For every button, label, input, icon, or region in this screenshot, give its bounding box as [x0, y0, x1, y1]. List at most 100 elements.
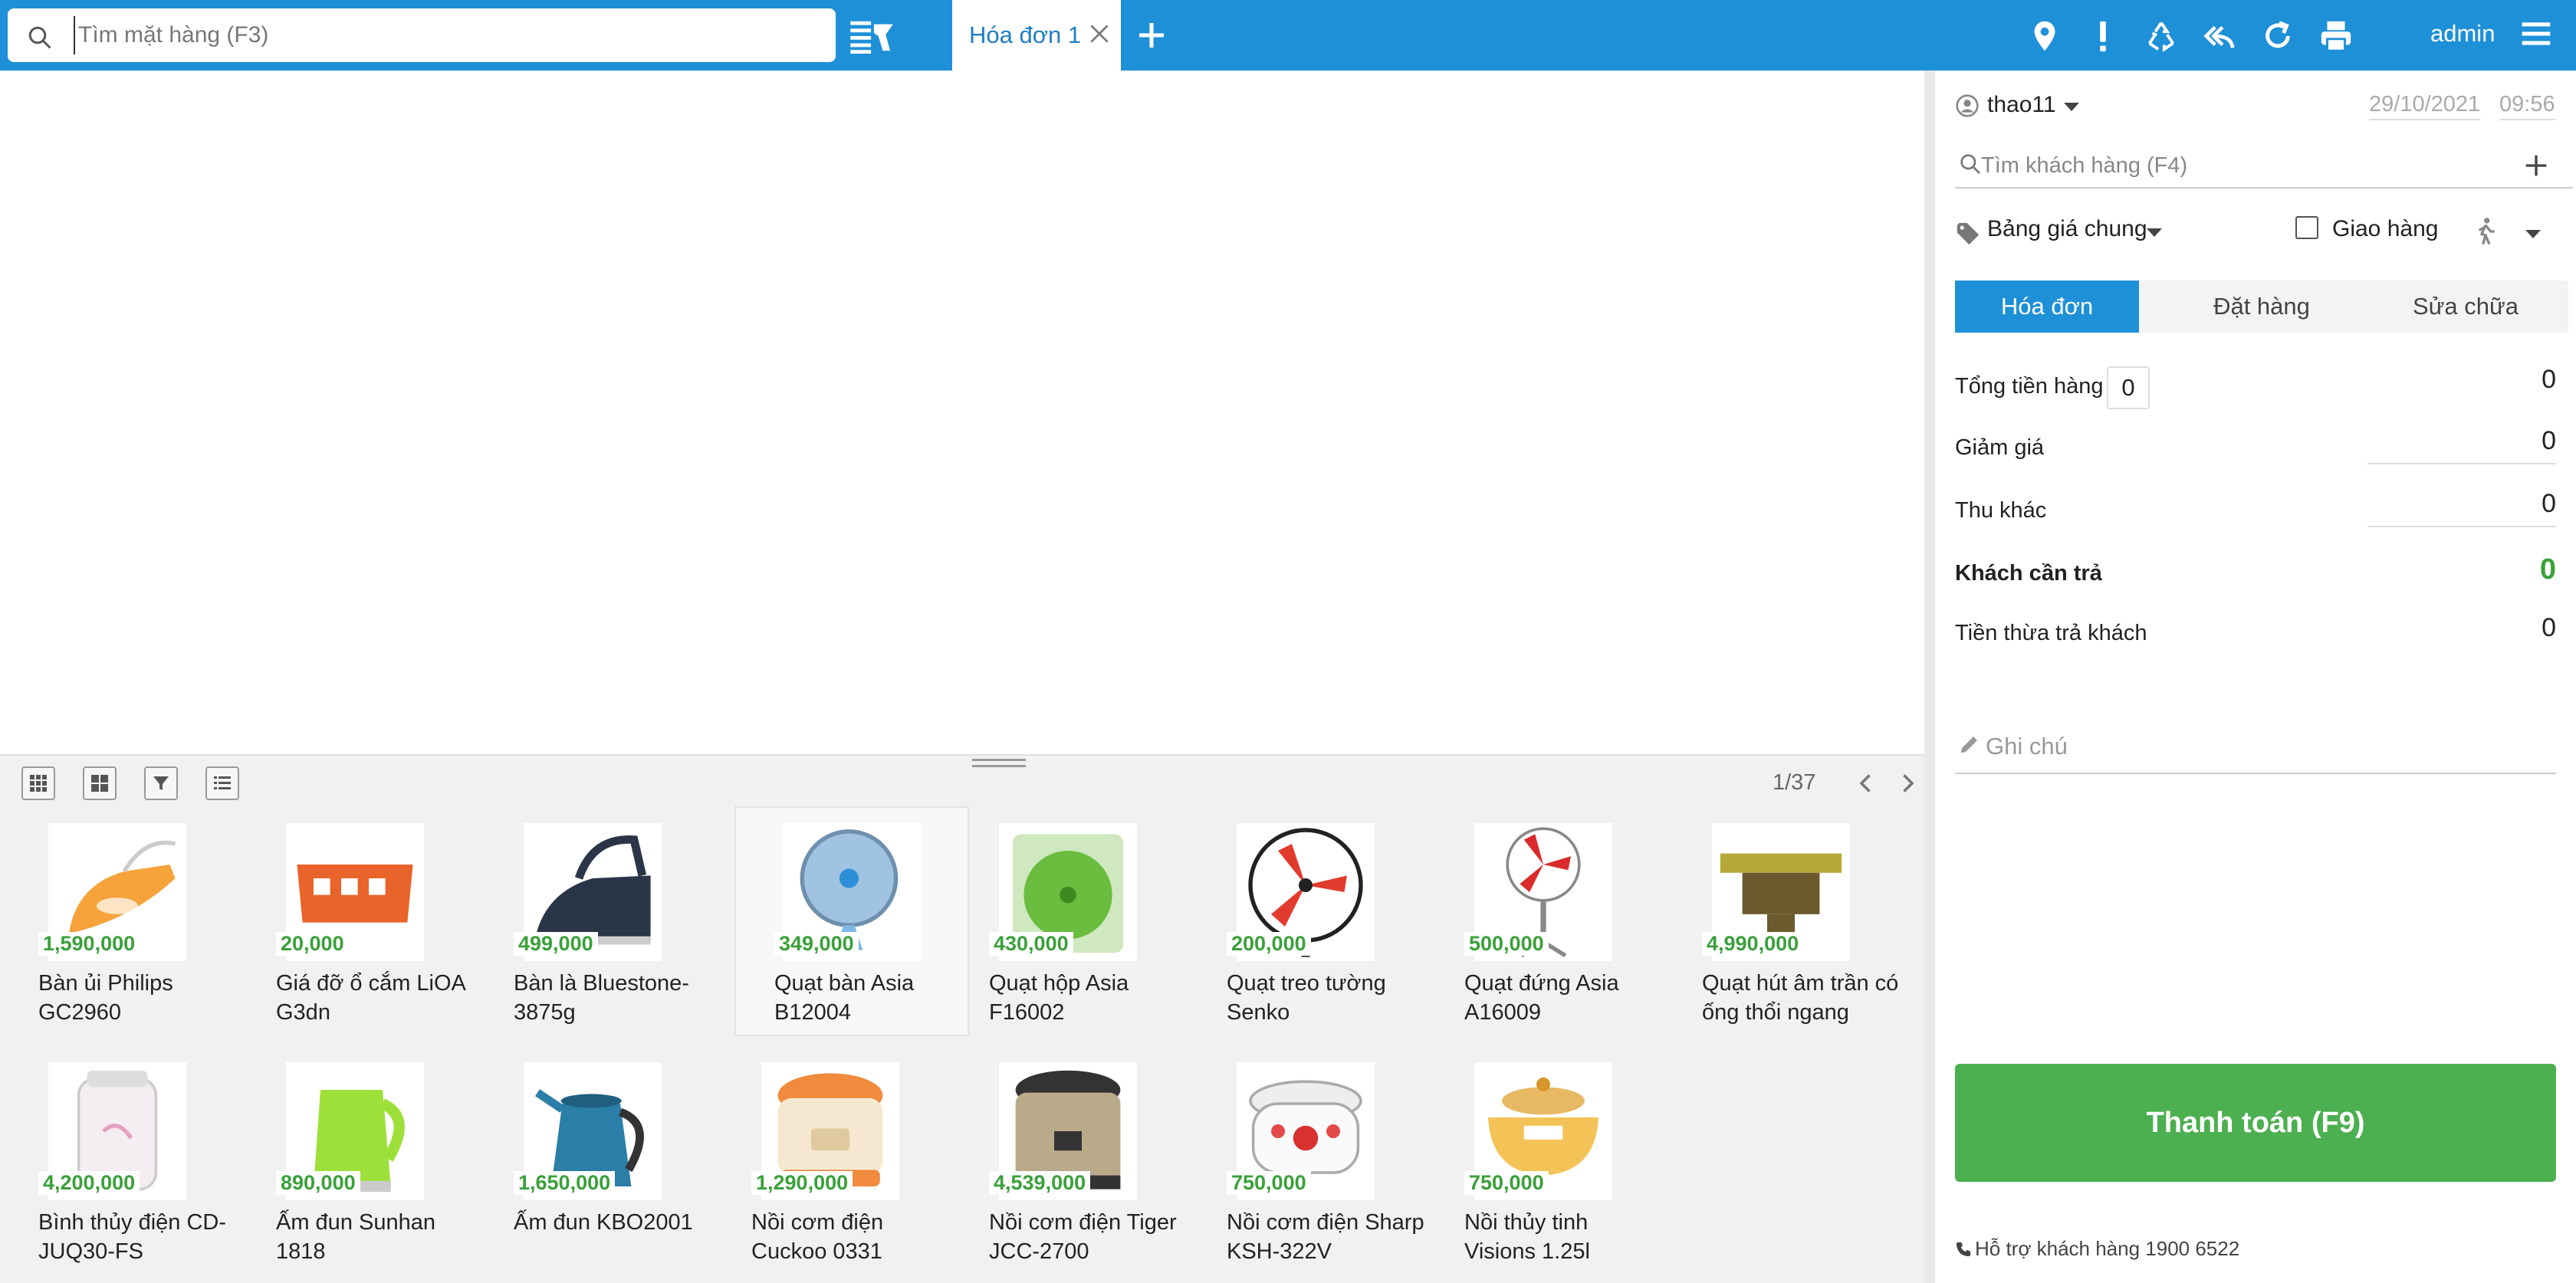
tab-invoice[interactable]: Hóa đơn — [1955, 281, 2139, 333]
product-price: 500,000 — [1464, 932, 1549, 956]
list-view-button[interactable] — [205, 766, 239, 800]
menu-icon[interactable] — [2519, 17, 2553, 51]
pay-button[interactable]: Thanh toán (F9) — [1955, 1064, 2556, 1182]
discount-underline — [2367, 463, 2556, 464]
tab-invoice-1[interactable]: Hóa đơn 1 — [952, 0, 1121, 71]
tab-order[interactable]: Đặt hàng — [2170, 281, 2354, 333]
filter-icon — [153, 776, 169, 790]
product-card[interactable]: 1,290,000 Nồi cơm điện Cuckoo 0331 — [713, 1047, 948, 1277]
product-price: 499,000 — [514, 932, 598, 956]
order-panel: thao11 29/10/2021 09:56 Bảng giá chung G… — [1935, 71, 2576, 1283]
phone-icon — [1956, 1242, 1971, 1257]
add-tab-icon[interactable] — [1133, 17, 1170, 54]
product-price: 349,000 — [774, 932, 859, 956]
product-card[interactable]: 4,990,000 Quạt hút âm trần có ống thổi n… — [1664, 808, 1898, 1038]
product-card[interactable]: 349,000 Quạt bàn Asia B12004 — [734, 806, 969, 1036]
category-grid-icon — [91, 775, 108, 792]
payable-value: 0 — [2539, 553, 2556, 586]
chevron-right-icon[interactable] — [1894, 769, 1921, 797]
product-card[interactable]: 430,000 Quạt hộp Asia F16002 — [951, 808, 1185, 1038]
product-price: 1,290,000 — [751, 1171, 853, 1195]
product-card[interactable]: 4,200,000 Bình thủy điện CD-JUQ30-FS — [0, 1047, 235, 1277]
other-income-field[interactable]: 0 — [2542, 489, 2556, 519]
panel-divider — [1924, 71, 1935, 1283]
note-field[interactable] — [1955, 725, 2556, 774]
delivery-checkbox[interactable] — [2295, 216, 2318, 239]
search-icon — [1960, 154, 1980, 174]
barcode-scan-icon[interactable] — [849, 18, 895, 54]
recycle-icon[interactable] — [2144, 18, 2179, 54]
product-name: Giá đỡ ổ cắm LiOA G3dn — [276, 971, 465, 1025]
product-name: Quạt hút âm trần có ống thổi ngang LiO… — [1702, 971, 1899, 1025]
product-name: Quạt đứng Asia A16009 — [1464, 971, 1619, 1025]
add-customer-icon[interactable] — [2521, 150, 2551, 181]
pricebook-dropdown-icon[interactable] — [2147, 228, 2162, 237]
seller-name[interactable]: thao11 — [1987, 92, 2056, 118]
drag-handle-icon[interactable] — [972, 754, 1026, 773]
tab-repair[interactable]: Sửa chữa — [2374, 281, 2558, 333]
product-price: 4,539,000 — [989, 1171, 1091, 1195]
order-type-tabs: Hóa đơn Đặt hàng Sửa chữa — [1955, 281, 2568, 333]
product-card[interactable]: 4,539,000 Nồi cơm điện Tiger JCC-2700 — [951, 1047, 1185, 1277]
product-card[interactable]: 500,000 Quạt đứng Asia A16009 — [1426, 808, 1661, 1038]
product-name: Nồi cơm điện Tiger JCC-2700 — [989, 1210, 1177, 1264]
large-grid-view-button[interactable] — [83, 766, 117, 800]
product-price: 20,000 — [276, 932, 349, 956]
page-indicator: 1/37 — [1773, 770, 1816, 795]
tab-invoice-1-label: Hóa đơn 1 — [969, 21, 1082, 48]
grid-view-button[interactable] — [21, 766, 55, 800]
reply-all-icon[interactable] — [2202, 18, 2237, 54]
product-card[interactable]: 750,000 Nồi thủy tinh Visions 1.25l — [1426, 1047, 1661, 1277]
support-text: Hỗ trợ khách hàng 1900 6522 — [1975, 1237, 2240, 1260]
customer-search-input[interactable] — [1981, 149, 2502, 182]
seller-dropdown-icon[interactable] — [2064, 103, 2079, 111]
product-price: 1,650,000 — [514, 1171, 616, 1195]
location-icon[interactable] — [2027, 18, 2062, 54]
discount-label: Giảm giá — [1955, 435, 2045, 460]
product-card[interactable]: 200,000 Quạt treo tường Senko — [1188, 808, 1423, 1038]
order-time[interactable]: 09:56 — [2499, 92, 2555, 120]
product-card[interactable]: 1,590,000 Bàn ủi Philips GC2960 — [0, 808, 235, 1038]
note-input[interactable] — [1986, 728, 2522, 765]
delivery-label: Giao hàng — [2332, 216, 2439, 241]
product-price: 200,000 — [1227, 932, 1311, 956]
change-label: Tiền thừa trả khách — [1955, 621, 2147, 645]
order-date[interactable]: 29/10/2021 — [2369, 92, 2481, 120]
product-price: 430,000 — [989, 932, 1073, 956]
product-name: Nồi cơm điện Sharp KSH-322V — [1227, 1210, 1424, 1264]
pricebook-select[interactable]: Bảng giá chung — [1987, 216, 2147, 242]
product-name: Ấm đun Sunhan 1818 — [276, 1210, 435, 1264]
product-search-input[interactable] — [74, 16, 810, 54]
walking-person-icon[interactable] — [2470, 216, 2501, 247]
customer-search[interactable] — [1955, 146, 2573, 189]
product-card[interactable]: 20,000 Giá đỡ ổ cắm LiOA G3dn — [238, 808, 472, 1038]
other-income-label: Thu khác — [1955, 498, 2047, 523]
total-value: 0 — [2542, 365, 2556, 394]
grid-icon — [30, 775, 47, 792]
refresh-icon[interactable] — [2260, 18, 2295, 54]
product-card[interactable]: 750,000 Nồi cơm điện Sharp KSH-322V — [1188, 1047, 1424, 1277]
delivery-dropdown-icon[interactable] — [2525, 230, 2541, 238]
product-price: 1,590,000 — [38, 932, 140, 956]
product-card[interactable]: 499,000 Bàn là Bluestone-3875g — [475, 808, 710, 1038]
other-income-underline — [2367, 526, 2556, 527]
discount-field[interactable]: 0 — [2542, 426, 2556, 456]
product-name: Quạt treo tường Senko — [1227, 971, 1386, 1025]
product-search[interactable] — [8, 8, 836, 62]
product-name: Bình thủy điện CD-JUQ30-FS — [38, 1210, 227, 1264]
filter-button[interactable] — [144, 766, 178, 800]
user-name[interactable]: admin — [2430, 20, 2495, 48]
support-line: Hỗ trợ khách hàng 1900 6522 — [1955, 1237, 2239, 1261]
product-name: Quạt bàn Asia B12004 — [774, 971, 915, 1025]
product-card[interactable]: 890,000 Ấm đun Sunhan 1818 — [238, 1047, 472, 1277]
product-name: Bàn là Bluestone-3875g — [514, 971, 689, 1025]
print-icon[interactable] — [2318, 18, 2354, 54]
payable-label: Khách cần trả — [1955, 561, 2102, 586]
alert-icon[interactable] — [2085, 18, 2121, 54]
product-price: 890,000 — [276, 1171, 360, 1195]
chevron-left-icon[interactable] — [1852, 769, 1880, 797]
close-icon[interactable] — [1087, 21, 1112, 46]
product-card[interactable]: 1,650,000 Ấm đun KBO2001 — [475, 1047, 710, 1277]
product-name: Quạt hộp Asia F16002 — [989, 971, 1129, 1025]
product-price: 4,200,000 — [38, 1171, 140, 1195]
